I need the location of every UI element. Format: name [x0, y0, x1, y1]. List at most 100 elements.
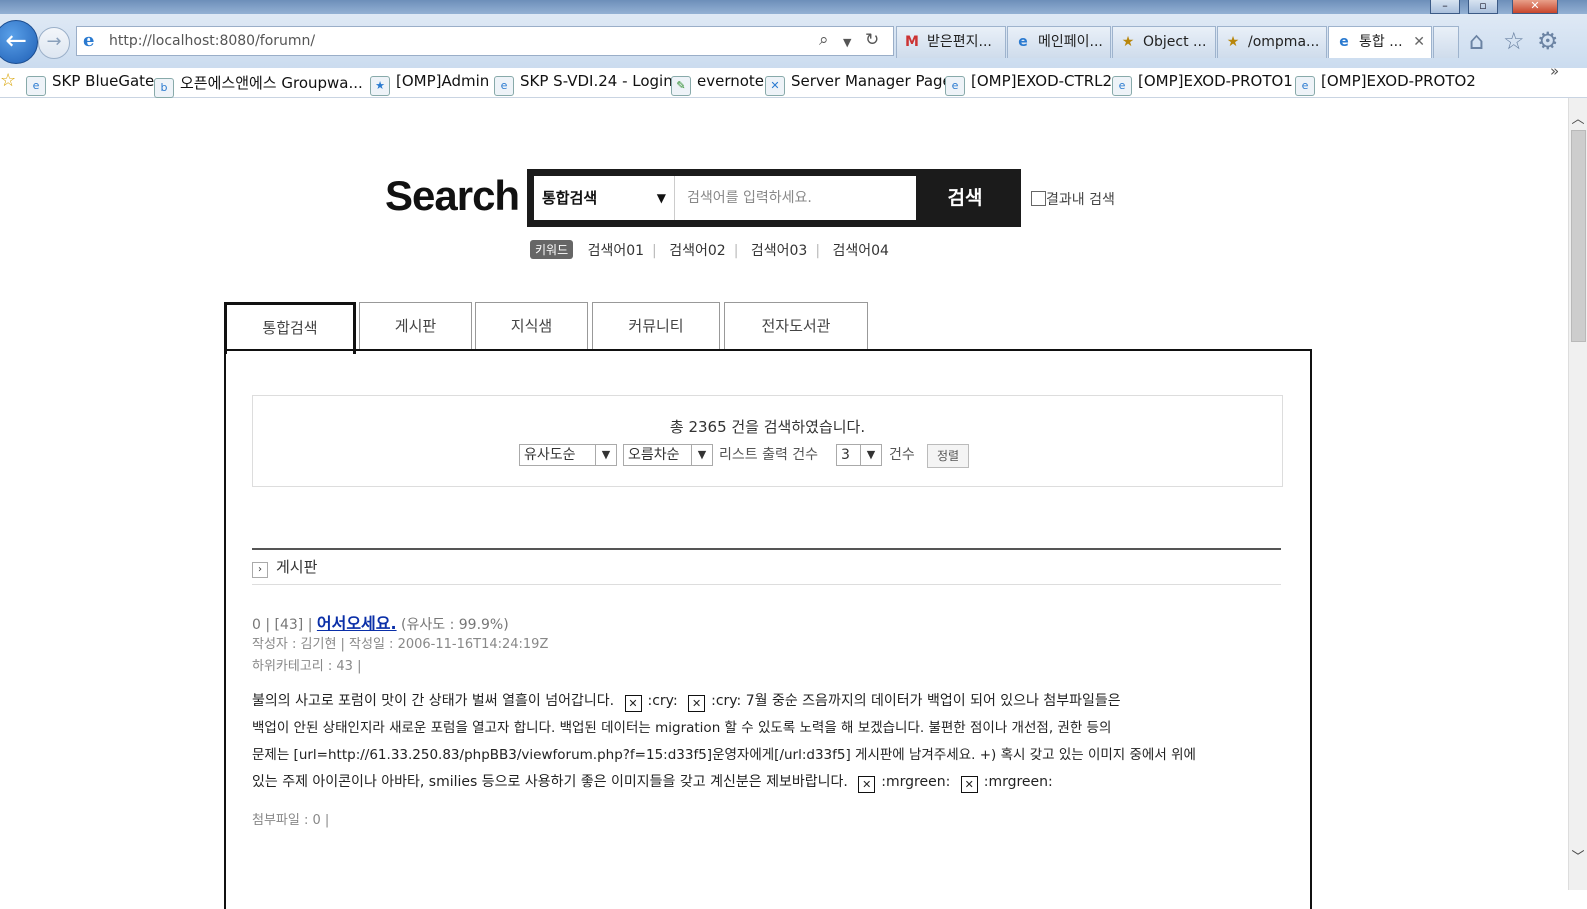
separator: |: [652, 243, 657, 259]
home-icon[interactable]: ⌂: [1469, 27, 1484, 55]
forward-button[interactable]: →: [38, 27, 70, 59]
chevron-right-icon[interactable]: »: [1550, 62, 1559, 80]
gear-icon[interactable]: ⚙: [1537, 27, 1559, 55]
sort-button[interactable]: 정렬: [927, 444, 969, 468]
favorites-bar: ☆ e SKP BlueGate b 오픈에스앤에스 Groupwa... ★ [OM…: [0, 62, 1587, 98]
scrollbar-thumb[interactable]: [1571, 130, 1586, 342]
tab-object[interactable]: ★ Object ...: [1112, 26, 1216, 58]
favorite-link[interactable]: e [OMP]EXOD-PROTO2: [1295, 72, 1476, 96]
ie-icon: e: [1112, 76, 1132, 96]
favorite-link[interactable]: ✎ evernote: [671, 72, 764, 96]
ie-icon: e: [1018, 34, 1028, 50]
similarity-text: (유사도 : 99.9%): [401, 617, 509, 633]
tab-gmail[interactable]: M 받은편지...: [896, 26, 1006, 58]
ie-icon: e: [26, 76, 46, 96]
refresh-icon[interactable]: ↻: [865, 30, 879, 50]
count-unit-label: 건수: [889, 447, 915, 463]
chevron-down-icon: ▼: [595, 445, 616, 465]
evernote-icon: ✎: [671, 76, 691, 96]
favorite-link[interactable]: ★ [OMP]Admin: [370, 72, 489, 96]
order-select[interactable]: 오름차순 ▼: [623, 444, 713, 466]
search-input[interactable]: 검색어를 입력하세요.: [674, 176, 916, 220]
result-title-row: 0 | [43] | 어서오세요. (유사도 : 99.9%): [252, 614, 509, 633]
favorite-link[interactable]: e SKP BlueGate: [26, 72, 154, 96]
new-tab-button[interactable]: [1433, 26, 1459, 58]
add-favorites-icon[interactable]: ☆: [0, 70, 16, 91]
ie-icon: e: [1295, 76, 1315, 96]
keyword-link[interactable]: 검색어01: [588, 243, 644, 259]
maximize-button[interactable]: ▫: [1468, 0, 1498, 14]
tab-integrated-search[interactable]: 통합검색: [224, 302, 356, 354]
close-tab-icon[interactable]: ✕: [1413, 27, 1425, 57]
favorite-link[interactable]: b 오픈에스앤에스 Groupwa...: [154, 72, 363, 98]
result-author-date: 작성자 : 김기현 | 작성일 : 2006-11-16T14:24:19Z: [252, 637, 549, 652]
tab-knowledge[interactable]: 지식샘: [475, 302, 588, 350]
favorite-link[interactable]: e [OMP]EXOD-PROTO1: [1112, 72, 1293, 96]
result-attachments: 첨부파일 : 0 |: [252, 813, 330, 828]
dropdown-caret-icon: ▼: [656, 191, 666, 205]
chevron-down-icon[interactable]: ▼: [843, 36, 851, 49]
tab-search-active[interactable]: e 통합 ... ✕: [1328, 26, 1432, 58]
section-title: › 게시판: [252, 556, 317, 578]
search-icon[interactable]: ⌕: [819, 30, 829, 50]
result-summary: 총 2365 건을 검색하였습니다. 유사도순 ▼ 오름차순 ▼ 리스트 출력 건수…: [252, 395, 1283, 487]
tab-board[interactable]: 게시판: [359, 302, 472, 350]
keyword-link[interactable]: 검색어02: [669, 243, 725, 259]
keyword-list: 키워드 검색어01 | 검색어02 | 검색어03 | 검색어04: [530, 240, 897, 260]
tab-label: 받은편지...: [927, 34, 992, 50]
search-box: 통합검색 ▼ 검색어를 입력하세요. 검색: [527, 169, 1021, 227]
tab-label: 통합 ...: [1359, 34, 1403, 50]
ie-icon: e: [1339, 34, 1349, 50]
separator: |: [815, 243, 821, 259]
tab-label: Object ...: [1143, 34, 1207, 50]
broken-image-icon: ✕: [624, 695, 642, 712]
favorites-star-icon[interactable]: ☆: [1503, 27, 1525, 55]
search-logo: Search: [385, 172, 520, 219]
tab-community[interactable]: 커뮤니티: [592, 302, 720, 350]
chevron-right-icon: ›: [252, 562, 268, 578]
ie-icon: e: [945, 76, 965, 96]
separator: |: [733, 243, 739, 259]
search-within-results[interactable]: 결과내 검색: [1031, 189, 1115, 209]
site-icon: ★: [1121, 34, 1135, 50]
scroll-up-icon[interactable]: ︿: [1570, 108, 1586, 127]
chevron-down-icon: ▼: [860, 445, 881, 465]
server-icon: ✕: [765, 76, 785, 96]
address-bar[interactable]: e http://localhost:8080/forumn/ ⌕ ▼ ↻: [76, 26, 894, 56]
gmail-icon: M: [905, 34, 919, 50]
chevron-down-icon: ▼: [691, 445, 712, 465]
tab-label: 메인페이...: [1038, 34, 1103, 50]
favorite-link[interactable]: e SKP S-VDI.24 - Login: [494, 72, 673, 96]
search-within-checkbox[interactable]: [1031, 191, 1046, 206]
result-body: 불의의 사고로 포럼이 맛이 간 상태가 벌써 열흘이 넘어갑니다. ✕:cry…: [252, 693, 1196, 793]
section-divider: [252, 548, 1281, 550]
close-window-button[interactable]: ✕: [1512, 0, 1558, 14]
tab-e-library[interactable]: 전자도서관: [724, 302, 868, 350]
sort-by-select[interactable]: 유사도순 ▼: [519, 444, 617, 466]
broken-image-icon: ✕: [858, 776, 876, 793]
search-button[interactable]: 검색: [916, 176, 1014, 220]
favorite-link[interactable]: ✕ Server Manager Page: [765, 72, 952, 96]
keyword-link[interactable]: 검색어03: [751, 243, 807, 259]
tab-ompma[interactable]: ★ /ompma...: [1217, 26, 1327, 58]
address-url: http://localhost:8080/forumn/: [109, 33, 316, 49]
tab-main-page[interactable]: e 메인페이...: [1007, 26, 1111, 58]
ie-icon: e: [83, 30, 95, 51]
result-category: 하위카테고리 : 43 |: [252, 659, 362, 674]
scroll-down-icon[interactable]: ﹀: [1570, 846, 1586, 865]
ie-icon: e: [494, 76, 514, 96]
search-scope-select[interactable]: 통합검색 ▼: [534, 176, 674, 220]
minimize-button[interactable]: –: [1430, 0, 1460, 14]
keyword-link[interactable]: 검색어04: [833, 243, 889, 259]
total-count-text: 총 2365 건을 검색하였습니다.: [669, 418, 866, 436]
result-title-link[interactable]: 어서오세요.: [317, 614, 397, 633]
site-icon: ★: [1226, 34, 1240, 50]
site-icon: ★: [370, 76, 390, 96]
keyword-badge: 키워드: [530, 240, 574, 259]
broken-image-icon: ✕: [960, 776, 978, 793]
list-count-select[interactable]: 3 ▼: [836, 444, 882, 466]
vertical-scrollbar[interactable]: ︿ ﹀: [1568, 98, 1587, 890]
tab-label: /ompma...: [1248, 34, 1320, 50]
favorite-link[interactable]: e [OMP]EXOD-CTRL2: [945, 72, 1112, 96]
broken-image-icon: ✕: [688, 695, 706, 712]
